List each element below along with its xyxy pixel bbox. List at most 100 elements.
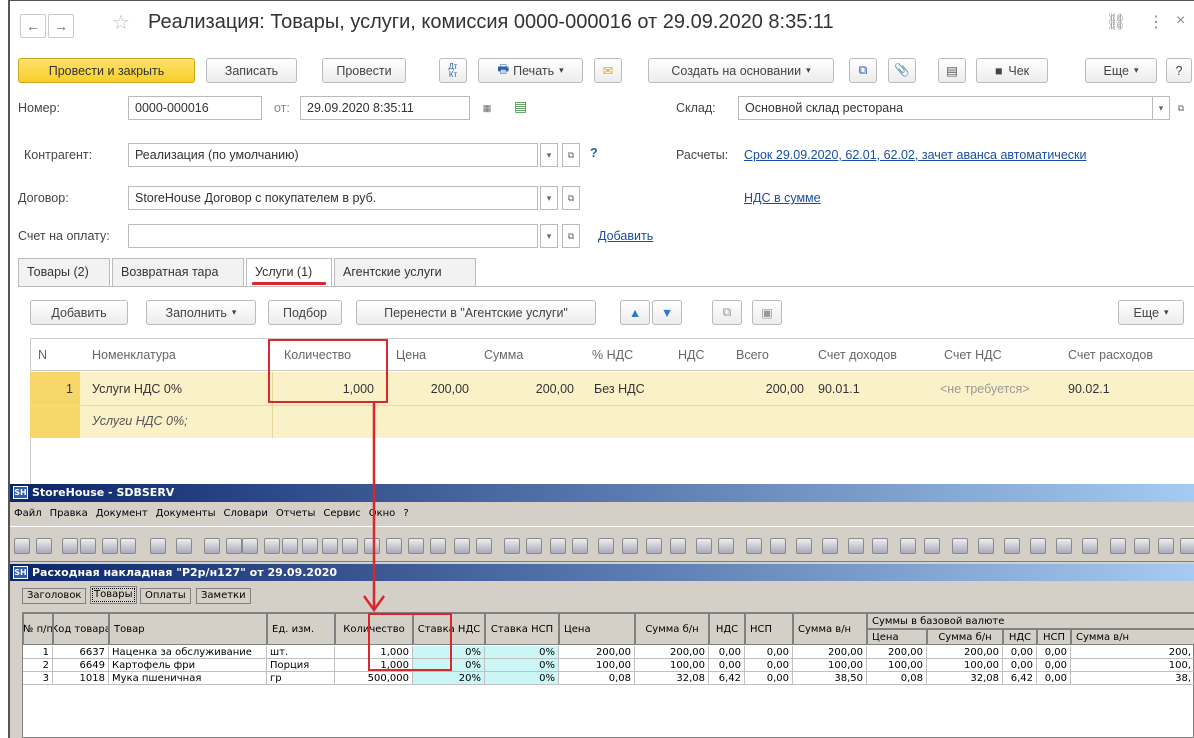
cell-base-price[interactable]: 100,00: [867, 659, 927, 672]
row-expense-account[interactable]: 90.02.1: [1068, 382, 1110, 396]
toolbar-tool-icon[interactable]: [80, 538, 96, 554]
toolbar-tool-icon[interactable]: [670, 538, 686, 554]
chevron-down-icon[interactable]: ▾: [540, 186, 558, 210]
toolbar-tool-icon[interactable]: [120, 538, 136, 554]
toolbar-tool-icon[interactable]: [770, 538, 786, 554]
menu-dictionaries[interactable]: Словари: [224, 508, 268, 519]
warehouse-field[interactable]: Основной склад ресторана: [738, 96, 1170, 120]
link-icon[interactable]: ⛓: [1106, 12, 1126, 32]
cell-base-sum-no-vat[interactable]: 200,00: [927, 646, 1003, 659]
toolbar-tool-icon[interactable]: [796, 538, 812, 554]
open-icon[interactable]: ⧉: [562, 224, 580, 248]
post-and-close-button[interactable]: Провести и закрыть: [18, 58, 195, 83]
tab-returnable-containers[interactable]: Возвратная тара: [112, 258, 244, 286]
cell-price[interactable]: 0,08: [559, 672, 635, 685]
row-total[interactable]: 200,00: [730, 382, 804, 396]
toolbar-tool-icon[interactable]: [746, 538, 762, 554]
cell-nsp-rate[interactable]: 0%: [485, 672, 559, 685]
document-status-icon[interactable]: ▤: [514, 98, 527, 115]
cell-code[interactable]: 1018: [53, 672, 109, 685]
row-sum[interactable]: 200,00: [476, 382, 574, 396]
menu-documents[interactable]: Документы: [156, 508, 216, 519]
toolbar-tool-icon[interactable]: [872, 538, 888, 554]
toolbar-tool-icon[interactable]: [342, 538, 358, 554]
date-field[interactable]: 29.09.2020 8:35:11: [300, 96, 470, 120]
back-arrow-icon[interactable]: ←: [20, 14, 46, 38]
menu-help[interactable]: ?: [403, 508, 408, 519]
tab-agent-services[interactable]: Агентские услуги: [334, 258, 476, 286]
report-icon[interactable]: ▤: [938, 58, 966, 83]
pick-button[interactable]: Подбор: [268, 300, 342, 325]
row-income-account[interactable]: 90.01.1: [818, 382, 860, 396]
structure-icon[interactable]: ⧉: [849, 58, 877, 83]
doc-tab-payments[interactable]: Оплаты: [140, 588, 191, 604]
toolbar-tool-icon[interactable]: [1030, 538, 1046, 554]
cell-code[interactable]: 6637: [53, 646, 109, 659]
toolbar-tool-icon[interactable]: [14, 538, 30, 554]
doc-tab-notes[interactable]: Заметки: [196, 588, 251, 604]
open-icon[interactable]: ⧉: [1172, 96, 1190, 120]
add-row-button[interactable]: Добавить: [30, 300, 128, 325]
cell-base-sum-no-vat[interactable]: 32,08: [927, 672, 1003, 685]
cell-sum-no-vat[interactable]: 100,00: [635, 659, 709, 672]
contractor-field[interactable]: Реализация (по умолчанию): [128, 143, 538, 167]
print-button[interactable]: 🖶 Печать ▾: [478, 58, 583, 83]
menu-file[interactable]: Файл: [14, 508, 42, 519]
chevron-down-icon[interactable]: ▾: [540, 224, 558, 248]
cell-base-price[interactable]: 200,00: [867, 646, 927, 659]
toolbar-tool-icon[interactable]: [1110, 538, 1126, 554]
move-down-icon[interactable]: ▼: [652, 300, 682, 325]
cell-base-sum-with-vat[interactable]: 100,: [1071, 659, 1194, 672]
toolbar-tool-icon[interactable]: [282, 538, 298, 554]
toolbar-tool-icon[interactable]: [204, 538, 220, 554]
move-up-icon[interactable]: ▲: [620, 300, 650, 325]
toolbar-tool-icon[interactable]: [526, 538, 542, 554]
cell-nsp-rate[interactable]: 0%: [485, 659, 559, 672]
open-icon[interactable]: ⧉: [562, 143, 580, 167]
toolbar-tool-icon[interactable]: [646, 538, 662, 554]
save-button[interactable]: Записать: [206, 58, 297, 83]
close-icon[interactable]: ×: [1176, 12, 1185, 30]
menu-document[interactable]: Документ: [96, 508, 148, 519]
toolbar-tool-icon[interactable]: [900, 538, 916, 554]
paste-icon[interactable]: ▣: [752, 300, 782, 325]
toolbar-tool-icon[interactable]: [1134, 538, 1150, 554]
create-based-on-button[interactable]: Создать на основании ▾: [648, 58, 834, 83]
cell-nsp[interactable]: 0,00: [745, 672, 793, 685]
row-vat-rate[interactable]: Без НДС: [594, 382, 645, 396]
toolbar-tool-icon[interactable]: [476, 538, 492, 554]
cell-unit[interactable]: Порция: [267, 659, 335, 672]
cell-base-vat[interactable]: 0,00: [1003, 659, 1037, 672]
number-field[interactable]: 0000-000016: [128, 96, 262, 120]
toolbar-tool-icon[interactable]: [264, 538, 280, 554]
toolbar-tool-icon[interactable]: [1082, 538, 1098, 554]
toolbar-tool-icon[interactable]: [598, 538, 614, 554]
toolbar-tool-icon[interactable]: [952, 538, 968, 554]
toolbar-tool-icon[interactable]: [504, 538, 520, 554]
cell-index[interactable]: 3: [23, 672, 53, 685]
toolbar-tool-icon[interactable]: [1056, 538, 1072, 554]
chevron-down-icon[interactable]: ▾: [1152, 96, 1170, 120]
menu-reports[interactable]: Отчеты: [276, 508, 315, 519]
calendar-icon[interactable]: ▦: [478, 96, 496, 120]
cell-unit[interactable]: шт.: [267, 646, 335, 659]
toolbar-tool-icon[interactable]: [718, 538, 734, 554]
more-button[interactable]: Еще ▾: [1085, 58, 1157, 83]
cell-sum-with-vat[interactable]: 100,00: [793, 659, 867, 672]
cell-product[interactable]: Картофель фри: [109, 659, 267, 672]
cell-price[interactable]: 200,00: [559, 646, 635, 659]
row-vat-account[interactable]: <не требуется>: [940, 382, 1030, 396]
toolbar-tool-icon[interactable]: [924, 538, 940, 554]
toolbar-tool-icon[interactable]: [978, 538, 994, 554]
toolbar-tool-icon[interactable]: [242, 538, 258, 554]
toolbar-tool-icon[interactable]: [150, 538, 166, 554]
toolbar-tool-icon[interactable]: [36, 538, 52, 554]
cell-index[interactable]: 2: [23, 659, 53, 672]
toolbar-tool-icon[interactable]: [408, 538, 424, 554]
cell-sum-no-vat[interactable]: 32,08: [635, 672, 709, 685]
toolbar-tool-icon[interactable]: [550, 538, 566, 554]
help-question[interactable]: ?: [590, 146, 598, 160]
doc-tab-header[interactable]: Заголовок: [22, 588, 87, 604]
cell-product[interactable]: Мука пшеничная: [109, 672, 267, 685]
toolbar-tool-icon[interactable]: [822, 538, 838, 554]
